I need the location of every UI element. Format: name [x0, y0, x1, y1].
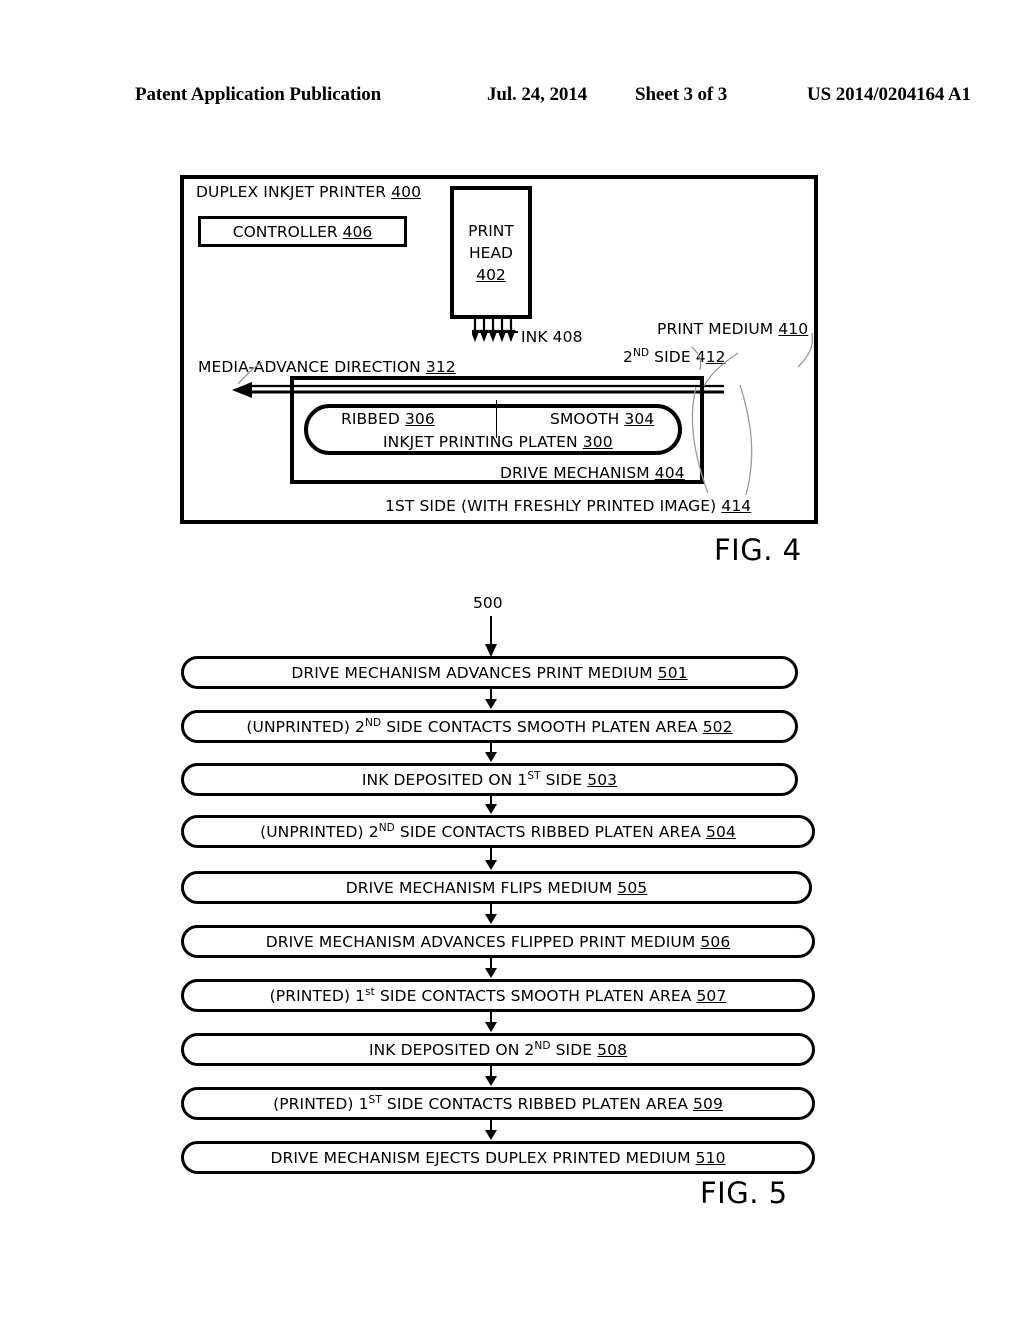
flow-step-ref-506: 506	[700, 932, 731, 951]
flow-step-ref-508: 508	[597, 1040, 628, 1059]
flow-step-501: DRIVE MECHANISM ADVANCES PRINT MEDIUM 50…	[181, 656, 798, 689]
flow-step-506: DRIVE MECHANISM ADVANCES FLIPPED PRINT M…	[181, 925, 815, 958]
flow-connector-506-to-507	[485, 958, 497, 978]
flow-step-503: INK DEPOSITED ON 1ST SIDE 503	[181, 763, 798, 796]
flow-step-505: DRIVE MECHANISM FLIPS MEDIUM 505	[181, 871, 812, 904]
flow-connector-502-to-503	[485, 743, 497, 762]
flow-step-label-506: DRIVE MECHANISM ADVANCES FLIPPED PRINT M…	[265, 932, 731, 951]
flow-step-509: (PRINTED) 1ST SIDE CONTACTS RIBBED PLATE…	[181, 1087, 815, 1120]
flow-step-label-501: DRIVE MECHANISM ADVANCES PRINT MEDIUM 50…	[291, 663, 688, 682]
flow-step-label-503: INK DEPOSITED ON 1ST SIDE 503	[361, 769, 618, 789]
flow-step-superscript-507: st	[365, 985, 375, 998]
flow-step-ref-507: 507	[696, 986, 727, 1005]
flow-step-ref-503: 503	[587, 770, 618, 789]
flow-step-superscript-509: ST	[368, 1093, 382, 1106]
flow-connector-504-to-505	[485, 848, 497, 870]
flow-connector-509-to-510	[485, 1120, 497, 1140]
flow-step-ref-504: 504	[706, 822, 736, 841]
flow-step-label-510: DRIVE MECHANISM EJECTS DUPLEX PRINTED ME…	[270, 1148, 726, 1167]
figure-5-caption: FIG. 5	[700, 1176, 788, 1210]
flow-step-label-502: (UNPRINTED) 2ND SIDE CONTACTS SMOOTH PLA…	[246, 716, 733, 736]
flow-step-superscript-508: ND	[534, 1039, 551, 1052]
flow-connector-503-to-504	[485, 796, 497, 814]
flow-connector-507-to-508	[485, 1012, 497, 1032]
flow-step-ref-501: 501	[657, 663, 688, 682]
flow-step-label-508: INK DEPOSITED ON 2ND SIDE 508	[368, 1039, 628, 1059]
flow-step-label-505: DRIVE MECHANISM FLIPS MEDIUM 505	[345, 878, 648, 897]
flow-step-label-507: (PRINTED) 1st SIDE CONTACTS SMOOTH PLATE…	[269, 985, 727, 1005]
flow-step-superscript-504: ND	[378, 821, 395, 834]
flow-step-508: INK DEPOSITED ON 2ND SIDE 508	[181, 1033, 815, 1066]
flow-connector-505-to-506	[485, 904, 497, 924]
flow-step-label-504: (UNPRINTED) 2ND SIDE CONTACTS RIBBED PLA…	[260, 821, 736, 841]
flow-step-510: DRIVE MECHANISM EJECTS DUPLEX PRINTED ME…	[181, 1141, 815, 1174]
flow-connector-501-to-502	[485, 689, 497, 709]
flow-step-superscript-503: ST	[527, 769, 541, 782]
flow-connector-508-to-509	[485, 1066, 497, 1086]
flow-step-superscript-502: ND	[364, 716, 382, 729]
flow-step-ref-509: 509	[693, 1094, 723, 1113]
flow-step-ref-510: 510	[695, 1148, 726, 1167]
flow-step-label-509: (PRINTED) 1ST SIDE CONTACTS RIBBED PLATE…	[273, 1093, 723, 1113]
flow-step-502: (UNPRINTED) 2ND SIDE CONTACTS SMOOTH PLA…	[181, 710, 798, 743]
figure-5-flowchart: DRIVE MECHANISM ADVANCES PRINT MEDIUM 50…	[0, 0, 1024, 1320]
flow-step-504: (UNPRINTED) 2ND SIDE CONTACTS RIBBED PLA…	[181, 815, 815, 848]
flow-step-ref-505: 505	[617, 878, 648, 897]
flow-step-507: (PRINTED) 1st SIDE CONTACTS SMOOTH PLATE…	[181, 979, 815, 1012]
flow-step-ref-502: 502	[702, 717, 733, 736]
